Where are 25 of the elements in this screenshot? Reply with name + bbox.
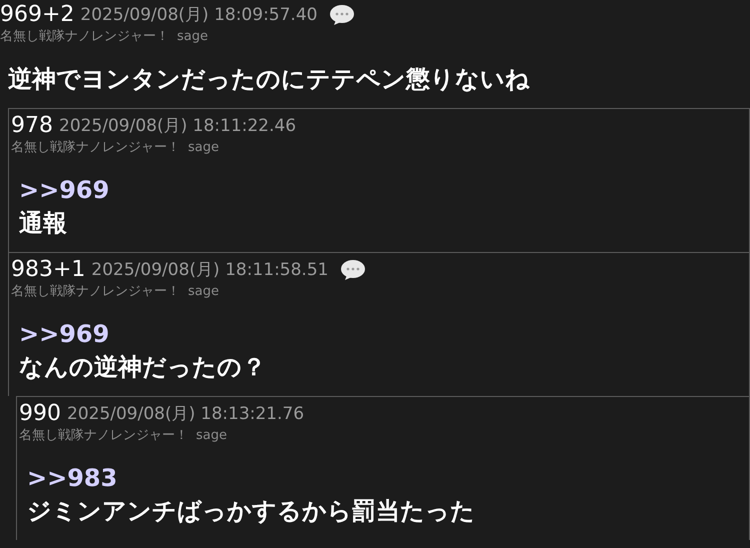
poster-mail: sage [196,429,227,442]
post-number[interactable]: 990 [19,403,61,425]
reply-anchor-link[interactable]: >>983 [27,464,118,492]
poster-name: 名無し戦隊ナノレンジャー！ [11,141,180,154]
poster-mail: sage [177,30,208,43]
post-date: 2025/09/08(月) 18:11:22.46 [59,118,296,134]
post-number[interactable]: 983+1 [11,259,86,281]
post-date: 2025/09/08(月) 18:11:58.51 [91,262,328,278]
poster-mail: sage [188,141,219,154]
poster-name: 名無し戦隊ナノレンジャー！ [11,285,180,298]
poster-mail: sage [188,285,219,298]
speech-bubble-icon[interactable] [340,259,366,281]
speech-bubble-icon[interactable] [329,4,356,26]
post-date: 2025/09/08(月) 18:13:21.76 [67,406,304,422]
post-date: 2025/09/08(月) 18:09:57.40 [80,6,318,24]
post-body: 通報 [19,208,68,239]
post-body: 逆神でヨンタンだったのにテテペン懲りないね [8,64,531,95]
post-body: ジミンアンチばっかするから罰当たった [27,496,476,527]
post-number[interactable]: 969+2 [0,4,74,26]
post-number[interactable]: 978 [11,115,53,137]
post-body: なんの逆神だったの？ [19,352,267,383]
poster-name: 名無し戦隊ナノレンジャー！ [0,30,169,43]
reply-anchor-link[interactable]: >>969 [19,320,110,348]
reply-anchor-link[interactable]: >>969 [19,176,110,204]
poster-name: 名無し戦隊ナノレンジャー！ [19,429,188,442]
